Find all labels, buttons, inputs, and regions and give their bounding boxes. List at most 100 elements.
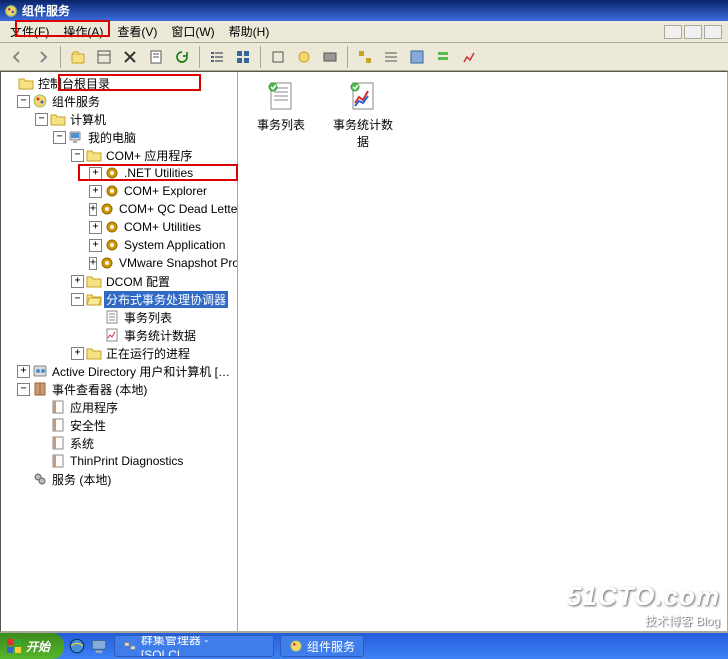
back-button[interactable] [6,46,28,68]
tree-com-util[interactable]: +COM+ Utilities [3,218,235,236]
tree-ev-sec[interactable]: 安全性 [3,416,235,434]
collapse-icon[interactable]: − [17,95,30,108]
tree-com-apps[interactable]: −COM+ 应用程序 [3,146,235,164]
tool-button-2[interactable] [293,46,315,68]
component-icon [289,639,303,653]
tree-net-util[interactable]: +.NET Utilities [3,164,235,182]
folder-icon [86,273,102,289]
collapse-icon[interactable]: − [71,149,84,162]
gear-icon [104,165,120,181]
computer-icon [68,129,84,145]
tool-button-6[interactable] [406,46,428,68]
collapse-icon[interactable]: − [17,383,30,396]
gear-icon [104,219,120,235]
tree-pane[interactable]: 控制台根目录 −组件服务 −计算机 −我的电脑 −COM+ 应用程序 +.NET… [0,71,238,632]
tree-ev-app[interactable]: 应用程序 [3,398,235,416]
tool-button-3[interactable] [319,46,341,68]
desktop-icon[interactable] [90,637,108,655]
folder-icon [18,75,34,91]
tree-com-explorer[interactable]: +COM+ Explorer [3,182,235,200]
folder-icon [86,345,102,361]
views-button[interactable] [93,46,115,68]
task-component-services[interactable]: 组件服务 [280,635,364,657]
tree-ad[interactable]: +Active Directory 用户和计算机 [… [3,362,235,380]
chart-icon [104,327,120,343]
expand-icon[interactable]: + [89,167,102,180]
cluster-icon [123,639,137,653]
content-pane[interactable]: 事务列表 事务统计数据 [238,71,728,632]
tree-running[interactable]: +正在运行的进程 [3,344,235,362]
toolbar [0,43,728,71]
menu-action[interactable]: 操作(A) [57,21,109,42]
list-view-button[interactable] [206,46,228,68]
menu-window[interactable]: 窗口(W) [165,21,220,42]
expand-icon[interactable]: + [89,257,97,270]
menu-file[interactable]: 文件(F) [4,21,55,42]
detail-view-button[interactable] [232,46,254,68]
tool-button-1[interactable] [267,46,289,68]
task-cluster-manager[interactable]: 群集管理器 - [SQLCL… [114,635,274,657]
taskbar: 开始 群集管理器 - [SQLCL… 组件服务 [0,633,728,659]
expand-icon[interactable]: + [89,185,102,198]
book-icon [32,381,48,397]
tree-sys-app[interactable]: +System Application [3,236,235,254]
log-icon [50,453,66,469]
collapse-icon[interactable]: − [71,293,84,306]
folder-icon [50,111,66,127]
window-title: 组件服务 [22,2,70,19]
menu-view[interactable]: 查看(V) [111,21,163,42]
ad-icon [32,363,48,379]
tree-root[interactable]: 控制台根目录 [3,74,235,92]
tool-button-5[interactable] [380,46,402,68]
folder-open-icon [86,291,102,307]
expand-icon[interactable]: + [71,275,84,288]
gear-icon [104,183,120,199]
tree-vmware[interactable]: +VMware Snapshot Pro [3,254,235,272]
tree-ev-sys[interactable]: 系统 [3,434,235,452]
tree-dcom[interactable]: +DCOM 配置 [3,272,235,290]
delete-button[interactable] [119,46,141,68]
tool-button-8[interactable] [458,46,480,68]
tree-ev-thin[interactable]: ThinPrint Diagnostics [3,452,235,470]
tree-txn-stats[interactable]: 事务统计数据 [3,326,235,344]
tree-event-viewer[interactable]: −事件查看器 (本地) [3,380,235,398]
tree-comp-services[interactable]: −组件服务 [3,92,235,110]
expand-icon[interactable]: + [89,221,102,234]
tree-computers[interactable]: −计算机 [3,110,235,128]
expand-icon[interactable]: + [17,365,30,378]
component-icon [32,93,48,109]
mdi-buttons[interactable] [664,25,722,39]
collapse-icon[interactable]: − [35,113,48,126]
expand-icon[interactable]: + [71,347,84,360]
refresh-button[interactable] [171,46,193,68]
tree-my-computer[interactable]: −我的电脑 [3,128,235,146]
tool-button-7[interactable] [432,46,454,68]
expand-icon[interactable]: + [89,239,102,252]
start-button[interactable]: 开始 [0,633,64,659]
chart-large-icon [347,80,379,112]
windows-icon [6,638,22,654]
list-large-icon [265,80,297,112]
properties-button[interactable] [145,46,167,68]
forward-button[interactable] [32,46,54,68]
gear-icon [104,237,120,253]
tool-button-4[interactable] [354,46,376,68]
watermark: 51CTO.com 技术博客 Blog [567,581,720,629]
tree-com-qc[interactable]: +COM+ QC Dead Letter [3,200,235,218]
item-txn-stats[interactable]: 事务统计数据 [328,80,398,150]
list-icon [104,309,120,325]
app-icon [4,4,18,18]
menu-help[interactable]: 帮助(H) [223,21,276,42]
up-button[interactable] [67,46,89,68]
gears-icon [32,471,48,487]
folder-icon [86,147,102,163]
titlebar: 组件服务 [0,0,728,21]
tree-dtc[interactable]: −分布式事务处理协调器 [3,290,235,308]
ie-icon[interactable] [68,637,86,655]
collapse-icon[interactable]: − [53,131,66,144]
expand-icon[interactable]: + [89,203,97,216]
tree-txn-list[interactable]: 事务列表 [3,308,235,326]
gear-icon [99,201,115,217]
item-txn-list[interactable]: 事务列表 [246,80,316,150]
tree-services[interactable]: 服务 (本地) [3,470,235,488]
